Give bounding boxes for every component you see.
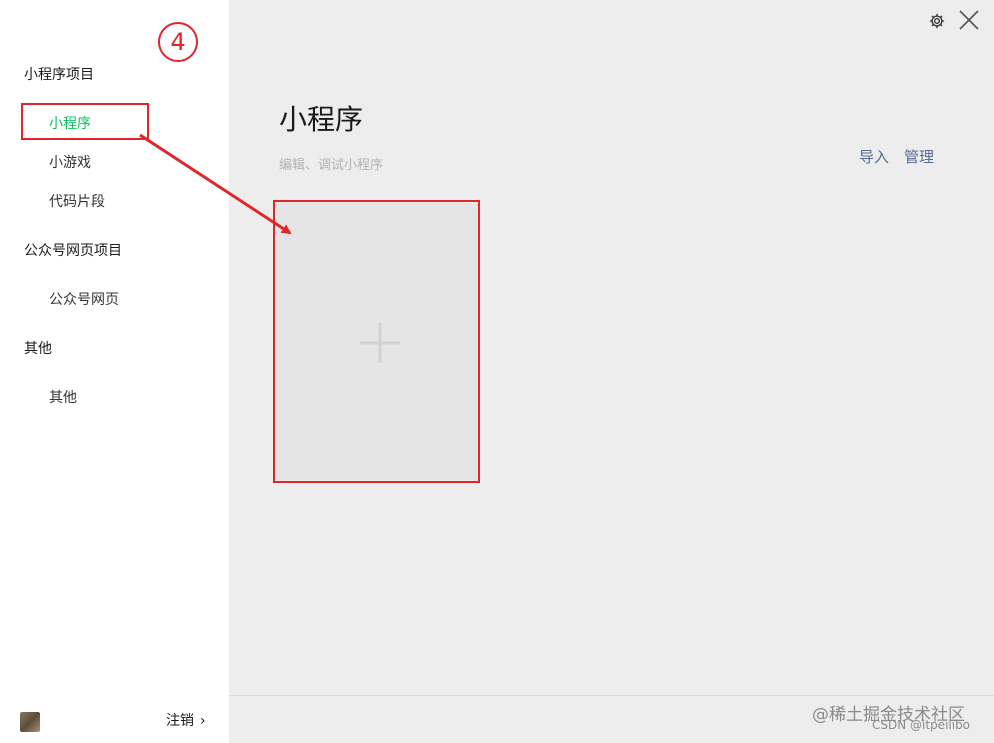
page-subtitle: 编辑、调试小程序	[279, 158, 384, 173]
close-icon[interactable]	[958, 9, 980, 31]
sidebar-item-minigame[interactable]: 小游戏	[49, 152, 91, 172]
sidebar-heading-miniprogram-projects: 小程序项目	[24, 67, 94, 83]
sidebar-heading-official-account-projects: 公众号网页项目	[24, 243, 122, 259]
logout-label: 注销	[166, 713, 194, 729]
annotation-highlight-box	[21, 103, 149, 140]
page-title: 小程序	[279, 103, 364, 136]
annotation-highlight-box	[273, 200, 480, 483]
logout-button[interactable]: 注销 ›	[166, 710, 206, 730]
step-annotation-badge: 4	[158, 22, 198, 62]
sidebar-item-other[interactable]: 其他	[49, 387, 77, 407]
manage-link[interactable]: 管理	[904, 146, 934, 167]
sidebar-heading-other: 其他	[24, 341, 52, 357]
sidebar-item-code-snippet[interactable]: 代码片段	[49, 191, 105, 211]
sidebar: 4 小程序项目 小程序 小游戏 代码片段 公众号网页项目 公众号网页 其他 其他…	[0, 0, 229, 743]
watermark-csdn: CSDN @itpeilibo	[872, 718, 971, 732]
sidebar-item-official-account-webpage[interactable]: 公众号网页	[49, 289, 119, 309]
gear-icon[interactable]	[928, 12, 946, 30]
chevron-right-icon: ›	[200, 713, 206, 729]
import-link[interactable]: 导入	[859, 146, 889, 167]
avatar[interactable]	[20, 712, 40, 732]
